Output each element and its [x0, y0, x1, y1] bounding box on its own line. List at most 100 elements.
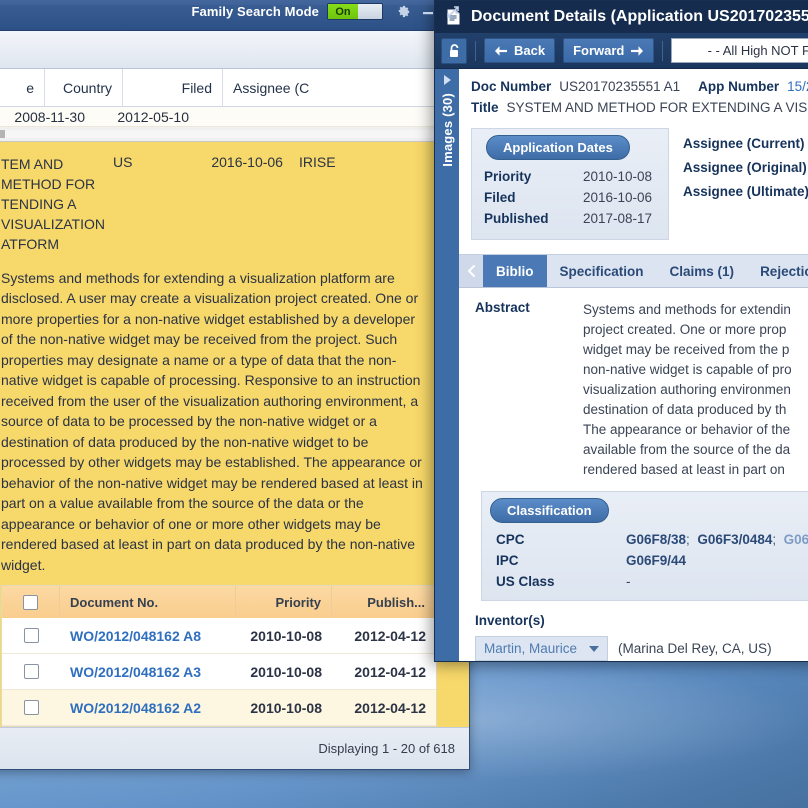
title-value: SYSTEM AND METHOD FOR EXTENDING A VISUAL — [506, 100, 808, 115]
row-published-date: 2012-05-10 — [117, 108, 189, 125]
app-number-value[interactable]: 15/2 — [787, 79, 808, 94]
family-select-all-cell[interactable] — [2, 586, 60, 618]
family-published-date: 2012-04-12 — [354, 699, 426, 716]
tab-specification[interactable]: Specification — [547, 255, 657, 287]
document-details-toolbar: Back Forward - - All High NOT FIL — [435, 33, 808, 69]
tab-rejection[interactable]: Rejection — [747, 255, 808, 287]
scrollbar-thumb[interactable] — [0, 130, 5, 138]
chevron-left-icon[interactable] — [459, 255, 483, 287]
ipc-label: IPC — [496, 553, 519, 569]
ipc-value[interactable]: G06F9/44 — [626, 553, 808, 568]
family-row-checkbox-cell[interactable] — [2, 654, 60, 689]
results-grid-header: e Country Filed Assignee (C — [0, 69, 469, 107]
family-select-all-checkbox[interactable] — [23, 594, 38, 610]
detail-tabbar: Biblio Specification Claims (1) Rejectio… — [459, 254, 808, 288]
document-details-content: Doc Number US20170235551 A1 App Number 1… — [459, 69, 808, 661]
column-header-filed[interactable]: Filed — [123, 69, 223, 106]
doc-number-value: US20170235551 A1 — [559, 79, 681, 94]
forward-button[interactable]: Forward — [563, 38, 655, 63]
classification-ipc-row: IPC G06F9/44 — [482, 550, 808, 571]
expanded-title-line-3: ATFORM — [1, 235, 60, 252]
abstract-line: non-native widget is capable of pro — [583, 361, 792, 377]
table-row[interactable]: WO/2012/048162 A2 2010-10-08 2012-04-12 — [2, 690, 436, 726]
abstract-line: available from the source of the da — [583, 441, 791, 457]
arrow-left-icon — [494, 45, 508, 57]
family-search-mode-toggle[interactable]: On — [327, 3, 383, 20]
family-priority-date: 2010-10-08 — [250, 663, 322, 680]
abstract-line: The appearance or behavior of the — [583, 421, 791, 437]
unlock-icon[interactable] — [441, 37, 467, 64]
triangle-right-icon[interactable] — [443, 75, 451, 85]
abstract-line: destination of data produced by th — [583, 401, 787, 417]
expanded-record-panel: TEM AND METHOD FOR TENDING A VISUALIZATI… — [0, 141, 469, 727]
search-results-titlebar: Family Search Mode On — [0, 0, 469, 31]
document-details-window: Document Details (Application US20170235… — [434, 0, 808, 662]
assignee-ultimate-row: Assignee (Ultimate) I — [683, 184, 808, 199]
classification-usclass-row: US Class - — [482, 571, 808, 592]
back-button-label: Back — [514, 43, 546, 58]
family-block: mily Document No. Priority Publish... WO… — [0, 585, 469, 727]
table-row[interactable]: WO/2012/048162 A3 2010-10-08 2012-04-12 — [2, 654, 436, 690]
row-priority-date: 2008-11-30 — [14, 108, 85, 125]
classification-cpc-row: CPC G06F8/38; G06F3/0484; G06F3/0 — [482, 529, 808, 550]
family-row-checkbox[interactable] — [23, 628, 39, 643]
expanded-title-line-2: TENDING A VISUALIZATION — [1, 195, 105, 232]
family-row-checkbox[interactable] — [23, 664, 39, 679]
abstract-text: Systems and methods for extending a visu… — [1, 269, 423, 573]
family-row-checkbox[interactable] — [23, 700, 39, 715]
assignee-current-row: Assignee (Current) I — [683, 136, 808, 151]
table-row[interactable]: WO/2012/048162 A8 2010-10-08 2012-04-12 — [2, 618, 436, 654]
window-controls — [395, 4, 461, 20]
scrollbar-track[interactable] — [0, 130, 443, 138]
restore-icon[interactable] — [445, 4, 461, 20]
application-date-row: Filed 2016-10-06 — [472, 187, 668, 208]
priority-label: Priority — [484, 169, 532, 185]
family-row-checkbox-cell[interactable] — [2, 618, 60, 653]
family-document-link[interactable]: WO/2012/048162 A3 — [60, 654, 236, 689]
tab-biblio[interactable]: Biblio — [483, 255, 547, 287]
toolbar-divider — [475, 40, 476, 61]
inventor-dropdown[interactable]: Martin, Maurice — [475, 636, 609, 661]
column-header-country[interactable]: Country — [45, 69, 123, 106]
inventors-block: Inventor(s) Martin, Maurice (Marina Del … — [459, 601, 808, 661]
family-document-link[interactable]: WO/2012/048162 A2 — [60, 690, 236, 725]
search-results-window: Family Search Mode On Analyze — [0, 0, 470, 770]
expanded-record-filed: 2016-10-06 — [211, 153, 283, 170]
inventor-selected-name: Martin, Maurice — [484, 641, 578, 657]
cpc-value-2[interactable]: G06F3/0484 — [697, 532, 772, 547]
published-value: 2017-08-17 — [582, 211, 652, 227]
minimize-icon[interactable] — [420, 4, 436, 20]
document-details-titlebar: Document Details (Application US20170235… — [435, 1, 808, 33]
column-header-title[interactable]: e — [0, 69, 45, 106]
column-header-assignee[interactable]: Assignee (C — [223, 69, 469, 106]
family-row-checkbox-cell[interactable] — [2, 690, 60, 725]
document-details-title: Document Details (Application US20170235… — [471, 8, 808, 25]
family-table: Document No. Priority Publish... WO/2012… — [1, 585, 437, 727]
document-meta: Doc Number US20170235551 A1 App Number 1… — [459, 69, 808, 124]
back-button[interactable]: Back — [484, 38, 556, 63]
family-document-link[interactable]: WO/2012/048162 A8 — [60, 618, 236, 653]
title-label: Title — [471, 100, 499, 115]
images-rail[interactable]: Images (30) — [435, 69, 459, 661]
search-results-statusbar: Displaying 1 - 20 of 618 — [0, 727, 469, 769]
tab-claims[interactable]: Claims (1) — [657, 255, 748, 287]
family-column-priority[interactable]: Priority — [236, 586, 332, 618]
family-column-published[interactable]: Publish... — [332, 586, 436, 618]
title-line: Title SYSTEM AND METHOD FOR EXTENDING A … — [471, 100, 808, 115]
us-class-value: - — [626, 574, 631, 590]
expanded-record-country: US — [112, 153, 133, 170]
table-row[interactable]: JP2012510670 A 2008-11-30 2012-05-10 — [0, 107, 469, 128]
abstract-line: project created. One or more prop — [583, 321, 787, 337]
horizontal-scrollbar[interactable] — [0, 127, 469, 142]
arrow-right-icon — [630, 45, 644, 57]
cpc-value-3-truncated[interactable]: G06F3/0 — [784, 532, 808, 547]
filter-dropdown[interactable]: - - All High NOT FIL — [671, 38, 808, 63]
assignees-block: Assignee (Current) I Assignee (Original)… — [683, 128, 808, 240]
classification-pill: Classification — [490, 498, 609, 524]
family-column-document-no[interactable]: Document No. — [60, 586, 236, 618]
priority-value: 2010-10-08 — [582, 169, 652, 185]
forward-button-label: Forward — [573, 43, 625, 58]
cpc-value-1[interactable]: G06F8/38 — [626, 532, 686, 547]
gear-icon[interactable] — [395, 4, 411, 20]
app-number-label: App Number — [698, 79, 780, 94]
